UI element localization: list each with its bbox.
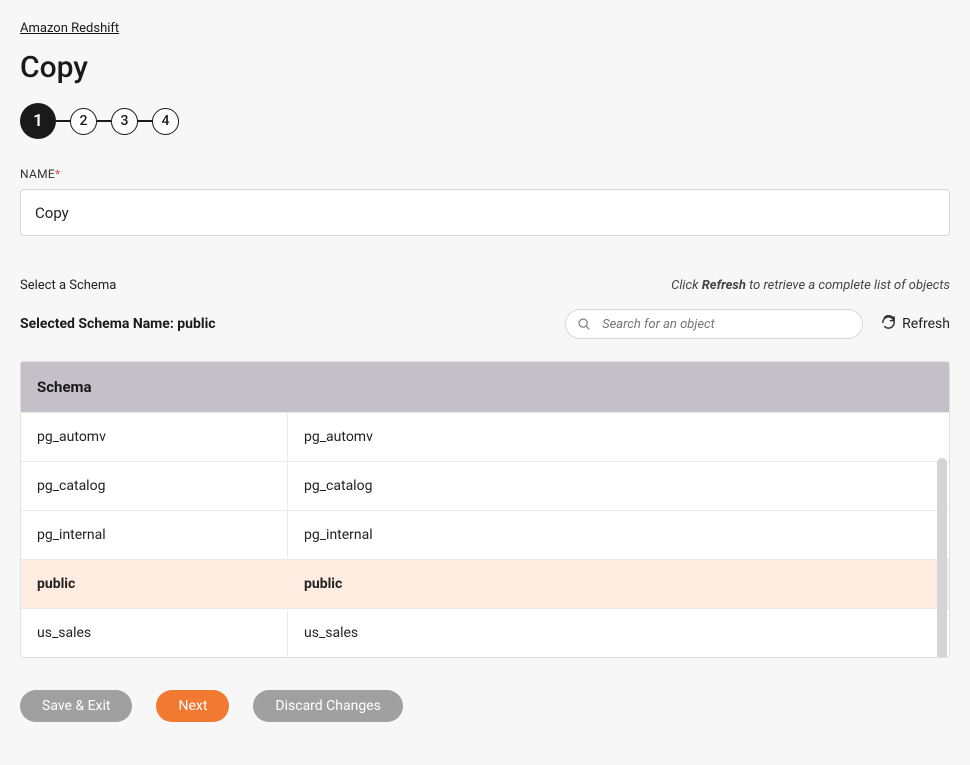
step-connector [97, 120, 111, 122]
name-field-label-text: NAME [20, 167, 55, 181]
schema-cell-col2: public [288, 560, 949, 608]
schema-cell-col2: us_sales [288, 609, 949, 657]
step-connector [138, 120, 152, 122]
schema-cell-col1: pg_internal [21, 511, 288, 559]
step-3[interactable]: 3 [111, 108, 138, 135]
search-icon [577, 317, 591, 331]
breadcrumb[interactable]: Amazon Redshift [20, 21, 119, 36]
refresh-hint-bold: Refresh [702, 278, 746, 293]
refresh-button-label: Refresh [902, 316, 950, 332]
schema-cell-col2: pg_automv [288, 413, 949, 461]
table-body: pg_automvpg_automvpg_catalogpg_catalogpg… [21, 412, 949, 657]
search-wrap [565, 309, 863, 339]
required-indicator: * [55, 167, 60, 181]
refresh-icon [881, 315, 896, 334]
schema-cell-col2: pg_catalog [288, 462, 949, 510]
selected-schema-name: Selected Schema Name: public [20, 316, 216, 332]
refresh-hint-suffix: to retrieve a complete list of objects [746, 278, 950, 293]
table-row[interactable]: pg_internalpg_internal [21, 510, 949, 559]
name-input[interactable] [20, 189, 950, 236]
footer-actions: Save & Exit Next Discard Changes [20, 690, 950, 722]
scrollbar[interactable] [937, 458, 947, 658]
select-schema-label: Select a Schema [20, 278, 116, 293]
table-row[interactable]: us_salesus_sales [21, 608, 949, 657]
page-title: Copy [20, 50, 950, 85]
schema-cell-col1: us_sales [21, 609, 288, 657]
table-row[interactable]: publicpublic [21, 559, 949, 608]
step-connector [56, 120, 70, 122]
name-field-label: NAME* [20, 167, 950, 181]
table-row[interactable]: pg_automvpg_automv [21, 412, 949, 461]
discard-changes-button[interactable]: Discard Changes [253, 690, 402, 722]
refresh-hint-prefix: Click [671, 278, 702, 293]
refresh-hint: Click Refresh to retrieve a complete lis… [671, 278, 950, 293]
search-input[interactable] [565, 309, 863, 339]
stepper: 1 2 3 4 [20, 103, 950, 139]
schema-cell-col2: pg_internal [288, 511, 949, 559]
refresh-button[interactable]: Refresh [881, 315, 950, 334]
next-button[interactable]: Next [156, 690, 229, 722]
schema-cell-col1: pg_catalog [21, 462, 288, 510]
schema-cell-col1: public [21, 560, 288, 608]
schema-cell-col1: pg_automv [21, 413, 288, 461]
table-header-schema: Schema [21, 362, 949, 412]
save-exit-button[interactable]: Save & Exit [20, 690, 132, 722]
step-4[interactable]: 4 [152, 108, 179, 135]
step-1[interactable]: 1 [20, 103, 56, 139]
step-2[interactable]: 2 [70, 108, 97, 135]
schema-table: Schema pg_automvpg_automvpg_catalogpg_ca… [20, 361, 950, 658]
table-row[interactable]: pg_catalogpg_catalog [21, 461, 949, 510]
